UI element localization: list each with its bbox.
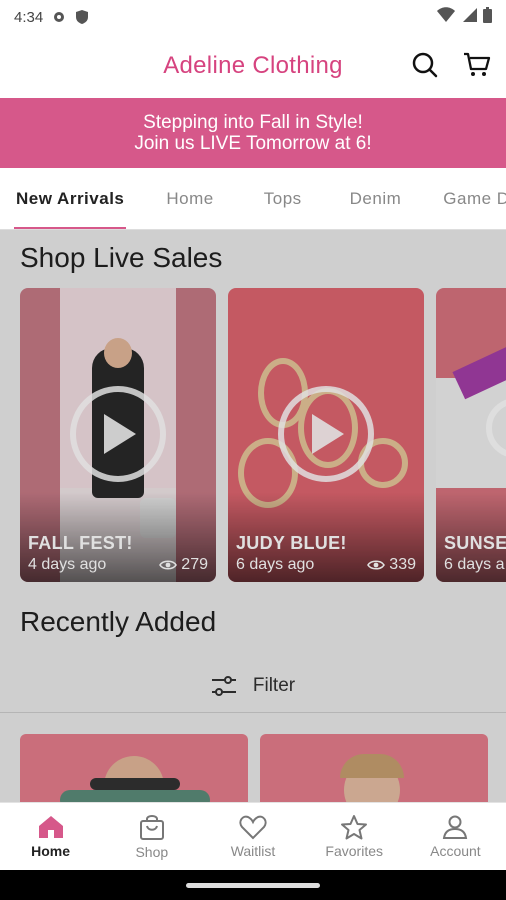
card-title: FALL FEST!	[28, 533, 133, 553]
eye-icon	[367, 560, 386, 570]
category-tabs: New Arrivals Home Tops Denim Game Da	[0, 168, 506, 230]
card-age: 6 days ago	[236, 556, 315, 573]
live-sale-card[interactable]: JUDY BLUE! 6 days ago 339	[228, 288, 424, 582]
nav-waitlist[interactable]: Waitlist	[202, 803, 303, 870]
settings-icon	[54, 12, 65, 22]
battery-icon	[483, 7, 492, 23]
nav-label: Home	[31, 843, 71, 859]
shop-live-title: Shop Live Sales	[20, 242, 223, 273]
nav-label: Shop	[135, 844, 169, 860]
home-icon	[38, 816, 63, 838]
tab-tops[interactable]: Tops	[240, 168, 326, 229]
card-views: 279	[159, 556, 208, 574]
main-content: Shop Live Sales FALL FEST! 4 days ago 27…	[0, 230, 506, 802]
cart-button[interactable]	[462, 50, 492, 80]
card-age: 6 days a	[444, 556, 505, 573]
play-button[interactable]	[278, 386, 374, 482]
signal-icon	[463, 8, 477, 22]
live-sale-card[interactable]: SUNSE 6 days a	[436, 288, 506, 582]
nav-account[interactable]: Account	[405, 803, 506, 870]
card-age: 4 days ago	[28, 556, 107, 573]
card-title: SUNSE	[444, 533, 506, 553]
promo-banner[interactable]: Stepping into Fall in Style! Join us LIV…	[0, 98, 506, 168]
eye-icon	[159, 560, 178, 570]
filter-button[interactable]: Filter	[0, 660, 506, 712]
live-sale-card[interactable]: FALL FEST! 4 days ago 279	[20, 288, 216, 582]
view-count: 339	[389, 556, 416, 573]
recently-added-title: Recently Added	[20, 606, 217, 637]
banner-line-2: Join us LIVE Tomorrow at 6!	[134, 133, 372, 154]
play-icon	[104, 414, 136, 454]
nav-favorites[interactable]: Favorites	[304, 803, 405, 870]
filter-label: Filter	[252, 675, 296, 696]
nav-label: Waitlist	[230, 843, 276, 859]
search-button[interactable]	[410, 50, 440, 80]
tab-game-day[interactable]: Game Da	[425, 168, 506, 229]
status-time: 4:34	[14, 8, 44, 26]
banner-line-1: Stepping into Fall in Style!	[143, 112, 363, 133]
cart-icon	[464, 52, 491, 76]
product-card[interactable]	[260, 734, 488, 802]
filter-icon	[211, 676, 236, 696]
nav-shop[interactable]: Shop	[101, 803, 202, 870]
person-icon	[443, 815, 468, 839]
product-card[interactable]	[20, 734, 248, 802]
wifi-icon	[437, 7, 455, 22]
star-icon	[341, 815, 368, 840]
system-nav-bar	[0, 870, 506, 900]
heart-icon	[239, 815, 267, 840]
nav-label: Account	[430, 843, 481, 859]
tab-new-arrivals[interactable]: New Arrivals	[0, 168, 140, 229]
home-gesture-bar[interactable]	[186, 883, 320, 888]
card-views: 339	[367, 556, 416, 574]
search-icon	[412, 52, 438, 78]
tab-denim[interactable]: Denim	[326, 168, 426, 229]
brand-title: Adeline Clothing	[163, 52, 343, 79]
tab-home[interactable]: Home	[140, 168, 239, 229]
nav-home[interactable]: Home	[0, 803, 101, 870]
view-count: 279	[181, 556, 208, 573]
status-bar: 4:34	[0, 0, 506, 34]
divider	[0, 712, 506, 713]
bottom-nav: Home Shop Waitlist Favorites Account	[0, 802, 506, 870]
shield-icon	[76, 10, 89, 24]
shopping-bag-icon	[139, 815, 164, 840]
play-icon	[312, 414, 344, 454]
nav-label: Favorites	[325, 843, 383, 859]
live-sales-row: FALL FEST! 4 days ago 279 JUDY BLUE! 6 d…	[20, 288, 506, 584]
card-title: JUDY BLUE!	[236, 533, 347, 553]
play-button[interactable]	[70, 386, 166, 482]
app-header: Adeline Clothing	[0, 34, 506, 98]
